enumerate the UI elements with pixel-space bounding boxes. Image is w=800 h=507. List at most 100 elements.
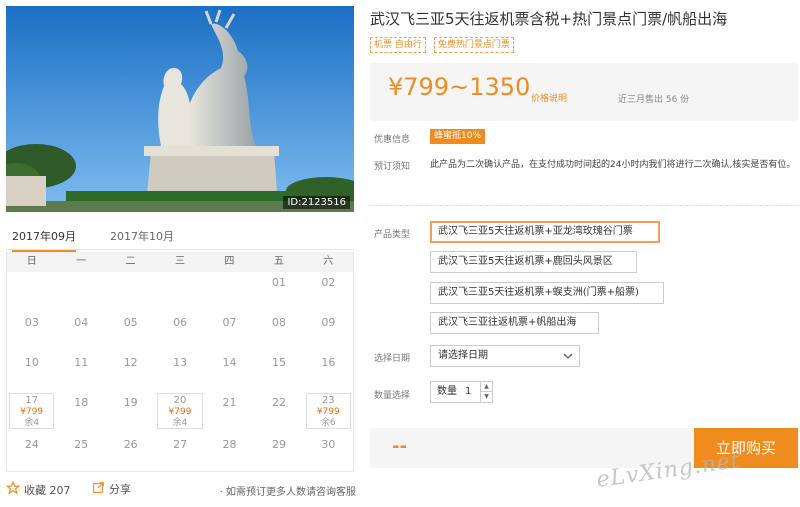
product-type-label: 产品类型 — [374, 230, 411, 240]
weekday-label: 五 — [273, 256, 284, 267]
favorite-button[interactable]: 收藏 207 — [5, 480, 71, 498]
calendar-day: 01 — [254, 276, 304, 289]
calendar-day: 28 — [205, 438, 255, 451]
share-label: 分享 — [109, 483, 131, 496]
section-divider — [370, 205, 798, 206]
quantity-prefix: 数量 — [437, 386, 457, 397]
calendar-day: 14 — [205, 356, 255, 369]
date-select-placeholder: 请选择日期 — [438, 350, 488, 361]
quantity-value[interactable]: 1 — [465, 382, 471, 402]
calendar-day: 30 — [304, 438, 354, 451]
calendar-day: 03 — [7, 316, 57, 329]
calendar-day-number: 05 — [123, 316, 138, 329]
calendar-day: 04 — [56, 316, 106, 329]
calendar-day: 18 — [56, 396, 106, 409]
calendar-day-number: 15 — [271, 356, 286, 369]
calendar-day-number: 30 — [321, 438, 336, 451]
share-icon — [92, 481, 105, 497]
product-option-wuzhizhou[interactable]: 武汉飞三亚5天往返机票+蜈支洲(门票+船票) — [430, 282, 664, 304]
calendar-day-number: 29 — [271, 438, 286, 451]
calendar-day: 16 — [304, 356, 354, 369]
product-option-luhuitou[interactable]: 武汉飞三亚5天往返机票+鹿回头风景区 — [430, 251, 637, 273]
calendar-day: 02 — [304, 276, 354, 289]
weekday-label: 一 — [76, 256, 87, 267]
star-icon — [5, 480, 21, 498]
price-note-link[interactable]: 价格说明 — [531, 91, 567, 104]
calendar-day-number: 02 — [321, 276, 336, 289]
booking-notice-label: 预订须知 — [374, 162, 411, 172]
calendar-day: 19 — [106, 396, 156, 409]
calendar-day-number: 18 — [74, 396, 89, 409]
price-range: ¥799~1350 — [388, 73, 531, 101]
tag-flight-free-travel: 机票 自由行 — [370, 37, 426, 53]
calendar-day: 06 — [155, 316, 205, 329]
date-select[interactable]: 请选择日期 — [430, 345, 580, 367]
calendar-day: 29 — [254, 438, 304, 451]
calendar-day: 24 — [7, 438, 57, 451]
tag-free-tickets: 免费热门景点门票 — [433, 37, 514, 53]
calendar-day-number: 26 — [123, 438, 138, 451]
calendar-day: 13 — [155, 356, 205, 369]
calendar-day-available[interactable]: 20 ¥799 余4 — [157, 393, 203, 429]
quantity-label: 数量选择 — [374, 391, 411, 401]
month-tabs: 2017年09月 2017年10月 — [6, 224, 354, 252]
statue-image — [6, 6, 354, 212]
calendar-day-price: ¥799 — [20, 407, 44, 417]
calendar-day-number: 27 — [173, 438, 188, 451]
calendar-day-price: ¥799 — [316, 407, 340, 417]
price-calendar: 日 一 二 三 四 五 六 01 02 03 04 05 06 07 08 09 10 11 12 13… — [6, 252, 354, 472]
weekday-label: 六 — [323, 256, 334, 267]
sold-count: 近三月售出 56 份 — [618, 95, 690, 105]
product-title: 武汉飞三亚5天往返机票含税+热门景点门票/帆船出海 — [370, 10, 728, 28]
calendar-day-remaining: 余4 — [24, 418, 40, 428]
calendar-day-number: 23 — [321, 395, 335, 406]
calendar-day-number: 01 — [271, 276, 286, 289]
calendar-day-number: 13 — [173, 356, 188, 369]
weekday-label: 三 — [174, 256, 185, 267]
total-price: -- — [392, 436, 407, 457]
calendar-day-number: 11 — [74, 356, 89, 369]
calendar-day-number: 07 — [222, 316, 237, 329]
calendar-day: 12 — [106, 356, 156, 369]
calendar-day-remaining: 余4 — [172, 418, 188, 428]
product-option-sailing[interactable]: 武汉飞三亚往返机票+帆船出海 — [430, 312, 599, 334]
calendar-day-number: 22 — [271, 396, 286, 409]
tab-2017-09[interactable]: 2017年09月 — [12, 228, 76, 252]
calendar-day: 08 — [254, 316, 304, 329]
calendar-day: 26 — [106, 438, 156, 451]
calendar-day-number: 03 — [24, 316, 39, 329]
chevron-down-icon — [563, 346, 573, 374]
calendar-day-number: 21 — [222, 396, 237, 409]
date-select-label: 选择日期 — [374, 354, 411, 364]
calendar-day-number: 10 — [24, 356, 39, 369]
image-id-label: ID:2123516 — [283, 196, 350, 209]
tab-2017-10[interactable]: 2017年10月 — [110, 228, 174, 250]
calendar-day: 10 — [7, 356, 57, 369]
product-tags: 机票 自由行 免费热门景点门票 — [370, 37, 514, 53]
calendar-day-number: 16 — [321, 356, 336, 369]
discount-badge: 蜂蜜抵10% — [430, 129, 486, 144]
calendar-day-number: 04 — [74, 316, 89, 329]
quantity-decrease-button[interactable]: ▼ — [480, 392, 492, 402]
calendar-day-number: 28 — [222, 438, 237, 451]
calendar-day-number: 19 — [123, 396, 138, 409]
calendar-day-price: ¥799 — [168, 407, 192, 417]
calendar-day-number: 14 — [222, 356, 237, 369]
calendar-day-available[interactable]: 17 ¥799 余4 — [9, 393, 55, 429]
calendar-day: 21 — [205, 396, 255, 409]
calendar-day-available[interactable]: 23 ¥799 余6 — [305, 393, 351, 429]
product-option-rose-valley[interactable]: 武汉飞三亚5天往返机票+亚龙湾玫瑰谷门票 — [430, 221, 660, 243]
calendar-day: 09 — [304, 316, 354, 329]
discount-label: 优惠信息 — [374, 135, 411, 145]
share-button[interactable]: 分享 — [92, 481, 131, 497]
consult-note: · 如需预订更多人数请咨询客服 — [219, 487, 356, 498]
booking-notice-text: 此产品为二次确认产品，在支付成功时间起的24小时内我们将进行二次确认,核实是否有… — [430, 160, 796, 170]
calendar-weekday-header: 日 一 二 三 四 五 六 — [7, 252, 353, 272]
quantity-increase-button[interactable]: ▲ — [480, 382, 492, 392]
calendar-day-number: 20 — [173, 395, 187, 406]
calendar-day: 05 — [106, 316, 156, 329]
calendar-day-number: 06 — [173, 316, 188, 329]
product-photo: ID:2123516 — [6, 6, 354, 212]
quantity-stepper[interactable]: 数量 1 ▲ ▼ — [430, 381, 493, 403]
calendar-day: 27 — [155, 438, 205, 451]
